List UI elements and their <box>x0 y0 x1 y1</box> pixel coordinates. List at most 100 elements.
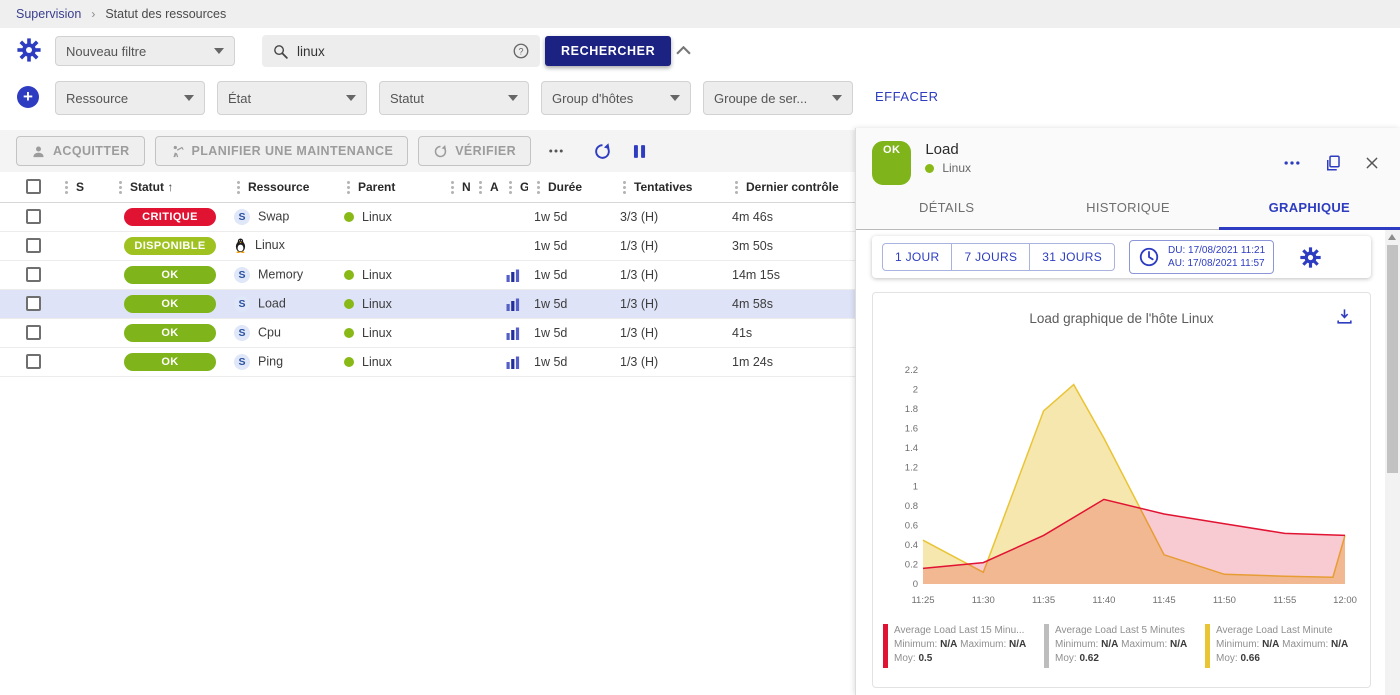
add-criteria-button[interactable]: + <box>17 86 39 108</box>
search-button[interactable]: RECHERCHER <box>545 36 671 66</box>
close-panel-icon[interactable] <box>1364 155 1380 171</box>
filter-select-statut[interactable]: Statut <box>379 81 529 115</box>
graph-legend: Average Load Last 15 Minu...Minimum: N/A… <box>873 612 1370 668</box>
saved-filter-select[interactable]: Nouveau filtre <box>55 36 235 66</box>
panel-scrollbar[interactable] <box>1385 230 1400 695</box>
filter-select-etat[interactable]: État <box>217 81 367 115</box>
resource-row-linux[interactable]: DISPONIBLELinux1w 5d1/3 (H)3m 50s <box>0 231 855 260</box>
help-icon[interactable] <box>512 42 530 60</box>
filter-settings-gear-icon[interactable] <box>17 38 41 62</box>
svg-text:11:55: 11:55 <box>1273 595 1296 606</box>
duration-cell: 1w 5d <box>528 318 614 347</box>
graph-available-icon[interactable] <box>506 269 520 282</box>
legend-item[interactable]: Average Load Last 15 Minu...Minimum: N/A… <box>883 624 1039 668</box>
parent-name[interactable]: Linux <box>362 297 392 311</box>
column-header-ressource[interactable]: Ressource <box>228 172 338 202</box>
legend-item[interactable]: Average Load Last 5 MinutesMinimum: N/A … <box>1044 624 1200 668</box>
export-graph-icon[interactable] <box>1335 307 1354 326</box>
tab-details[interactable]: DÉTAILS <box>856 185 1037 229</box>
graph-available-icon[interactable] <box>506 327 520 340</box>
column-header-statut[interactable]: Statut ↑ <box>110 172 228 202</box>
tab-graphique[interactable]: GRAPHIQUE <box>1219 185 1400 229</box>
column-header-duree[interactable]: Durée <box>528 172 614 202</box>
resource-name[interactable]: Load <box>258 296 286 310</box>
parent-name[interactable]: Linux <box>362 268 392 282</box>
column-header-parent[interactable]: Parent <box>338 172 442 202</box>
set-downtime-button[interactable]: PLANIFIER UNE MAINTENANCE <box>155 136 409 166</box>
notification-cell <box>442 318 470 347</box>
duration-cell: 1w 5d <box>528 289 614 318</box>
parent-status-dot <box>344 328 354 338</box>
row-checkbox[interactable] <box>26 354 41 369</box>
custom-time-period-button[interactable]: DU: 17/08/2021 11:21 AU: 17/08/2021 11:5… <box>1129 240 1274 274</box>
filter-select-groupe-hotes[interactable]: Group d'hôtes <box>541 81 691 115</box>
last-check-cell: 1m 24s <box>726 347 855 376</box>
row-checkbox[interactable] <box>26 296 41 311</box>
resource-name[interactable]: Swap <box>258 209 289 223</box>
row-checkbox[interactable] <box>26 325 41 340</box>
chevron-down-icon <box>346 95 356 101</box>
parent-name[interactable]: Linux <box>362 355 392 369</box>
resource-name[interactable]: Cpu <box>258 325 281 339</box>
scroll-up-arrow-icon[interactable] <box>1388 234 1396 240</box>
tab-historique[interactable]: HISTORIQUE <box>1037 185 1218 229</box>
range-7-jours[interactable]: 7 JOURS <box>952 244 1030 270</box>
filter-select-groupe-services[interactable]: Groupe de ser... <box>703 81 853 115</box>
resource-name[interactable]: Ping <box>258 354 283 368</box>
graph-settings-gear-icon[interactable] <box>1300 247 1321 268</box>
resource-row-memory[interactable]: OKSMemoryLinux1w 5d1/3 (H)14m 15s <box>0 260 855 289</box>
graph-title: Load graphique de l'hôte Linux <box>1029 311 1213 326</box>
refresh-list-icon[interactable] <box>593 142 612 161</box>
select-all-checkbox[interactable] <box>26 179 41 194</box>
check-button[interactable]: VÉRIFIER <box>418 136 531 166</box>
svg-text:2.2: 2.2 <box>904 365 917 376</box>
resources-table: SStatut ↑RessourceParentNAGDuréeTentativ… <box>0 172 855 377</box>
resource-row-ping[interactable]: OKSPingLinux1w 5d1/3 (H)1m 24s <box>0 347 855 376</box>
legend-item[interactable]: Average Load Last MinuteMinimum: N/A Max… <box>1205 624 1361 668</box>
filter-select-ressource[interactable]: Ressource <box>55 81 205 115</box>
column-header-tentatives[interactable]: Tentatives <box>614 172 726 202</box>
graph-available-icon[interactable] <box>506 356 520 369</box>
search-box[interactable] <box>262 35 540 67</box>
acknowledge-button[interactable]: ACQUITTER <box>16 136 145 166</box>
more-actions-icon[interactable] <box>547 142 565 160</box>
row-checkbox[interactable] <box>26 238 41 253</box>
collapse-filters-chevron-icon[interactable] <box>676 43 691 58</box>
tries-cell: 1/3 (H) <box>614 318 726 347</box>
row-checkbox[interactable] <box>26 209 41 224</box>
column-header-dernier-controle[interactable]: Dernier contrôle <box>726 172 855 202</box>
resource-row-load[interactable]: OKSLoadLinux1w 5d1/3 (H)4m 58s <box>0 289 855 318</box>
graph-available-icon[interactable] <box>506 298 520 311</box>
resource-row-cpu[interactable]: OKSCpuLinux1w 5d1/3 (H)41s <box>0 318 855 347</box>
table-header-row: SStatut ↑RessourceParentNAGDuréeTentativ… <box>0 172 855 202</box>
detail-more-actions-icon[interactable] <box>1282 153 1302 173</box>
column-header-a[interactable]: A <box>470 172 500 202</box>
scrollbar-thumb[interactable] <box>1387 245 1398 473</box>
search-input[interactable] <box>297 44 504 59</box>
clear-filters-button[interactable]: EFFACER <box>875 89 938 104</box>
parent-name[interactable]: Linux <box>362 326 392 340</box>
resource-row-swap[interactable]: CRITIQUESSwapLinux1w 5d3/3 (H)4m 46s <box>0 202 855 231</box>
column-header-n[interactable]: N <box>442 172 470 202</box>
row-checkbox[interactable] <box>26 267 41 282</box>
drag-handle-icon <box>537 186 540 189</box>
range-31-jours[interactable]: 31 JOURS <box>1030 244 1114 270</box>
parent-name[interactable]: Linux <box>362 210 392 224</box>
status-badge: CRITIQUE <box>124 208 216 226</box>
duration-cell: 1w 5d <box>528 260 614 289</box>
range-1-jour[interactable]: 1 JOUR <box>883 244 952 270</box>
duration-cell: 1w 5d <box>528 231 614 260</box>
svg-text:11:45: 11:45 <box>1152 595 1175 606</box>
resource-name[interactable]: Memory <box>258 267 303 281</box>
breadcrumb-supervision[interactable]: Supervision <box>16 7 81 21</box>
filter-select-label: État <box>228 91 251 106</box>
column-header-g[interactable]: G <box>500 172 528 202</box>
svg-text:12:00: 12:00 <box>1333 595 1357 606</box>
column-header-s[interactable]: S <box>56 172 110 202</box>
svg-text:1.8: 1.8 <box>904 404 917 415</box>
clock-icon <box>1138 246 1160 268</box>
copy-link-icon[interactable] <box>1324 154 1342 172</box>
resource-name[interactable]: Linux <box>255 238 285 252</box>
pause-auto-refresh-icon[interactable] <box>630 142 649 161</box>
sort-ascending-icon[interactable]: ↑ <box>164 180 173 194</box>
